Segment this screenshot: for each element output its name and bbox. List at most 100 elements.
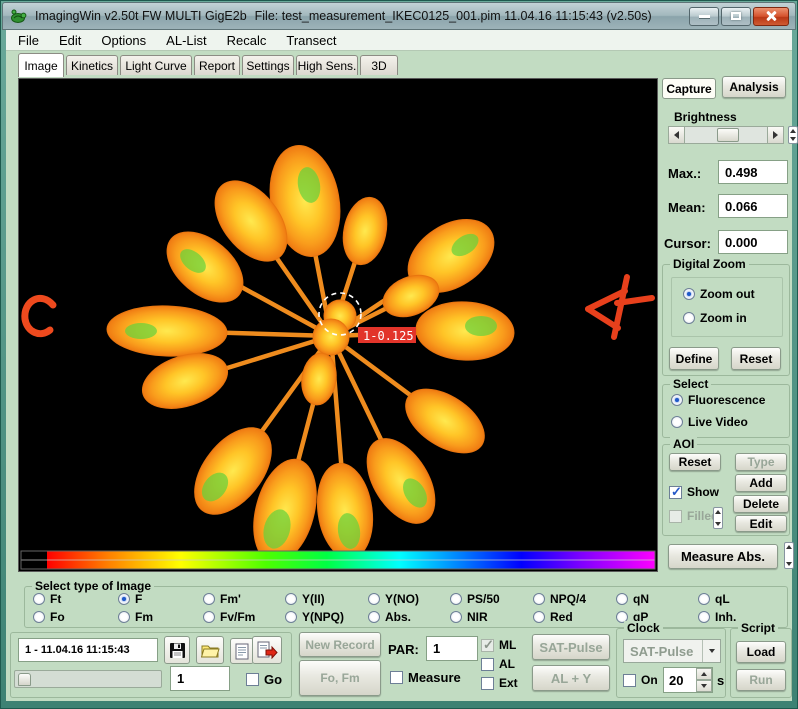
capture-toggle-button[interactable]: Capture [662, 78, 716, 99]
new-record-button[interactable]: New Record [299, 632, 381, 657]
record-description-field[interactable]: 1 - 11.04.16 11:15:43 [18, 638, 158, 662]
close-button[interactable] [753, 7, 789, 26]
clock-on-checkbox[interactable]: On [623, 673, 658, 687]
fluorescence-label: Fluorescence [688, 393, 765, 407]
tab-settings[interactable]: Settings [242, 55, 294, 75]
script-load-button[interactable]: Load [736, 641, 786, 663]
report-button[interactable] [230, 638, 254, 664]
record-slider[interactable] [14, 670, 162, 688]
radio-qn[interactable]: qN [616, 592, 649, 606]
minimize-button[interactable] [689, 7, 719, 26]
radio-fv-fm[interactable]: Fv/Fm [203, 610, 255, 624]
spinner-buttons[interactable] [696, 668, 712, 692]
radio-ps50[interactable]: PS/50 [450, 592, 500, 606]
radio-dot-icon [450, 611, 462, 623]
aoi-show-checkbox[interactable]: Show [669, 485, 719, 499]
brightness-scrollbar[interactable] [668, 126, 784, 144]
measure-abs-spinner[interactable] [784, 542, 794, 569]
radio-y2[interactable]: Y(II) [285, 592, 325, 606]
radio-fm-prime[interactable]: Fm' [203, 592, 241, 606]
export-button[interactable] [252, 636, 282, 664]
mean-value-field[interactable]: 0.066 [718, 194, 788, 218]
scroll-left-arrow-icon[interactable] [669, 127, 685, 143]
aoi-delete-button[interactable]: Delete [733, 495, 789, 513]
sat-pulse-button[interactable]: SAT-Pulse [532, 634, 610, 660]
aoi-filled-checkbox[interactable]: Filled [669, 509, 718, 523]
tab-kinetics[interactable]: Kinetics [66, 55, 118, 75]
aoi-add-button[interactable]: Add [735, 474, 787, 492]
live-video-radio[interactable]: Live Video [671, 415, 748, 429]
menu-file[interactable]: File [18, 33, 39, 48]
tab-report[interactable]: Report [194, 55, 240, 75]
zoom-define-button[interactable]: Define [669, 347, 719, 370]
radio-fm[interactable]: Fm [118, 610, 153, 624]
al-plus-y-button[interactable]: AL + Y [532, 665, 610, 691]
fluorescence-image-canvas[interactable]: 1-0.125 [18, 78, 658, 572]
radio-abs[interactable]: Abs. [368, 610, 411, 624]
radio-f[interactable]: F [118, 592, 142, 606]
menu-al-list[interactable]: AL-List [166, 33, 206, 48]
radio-dot-icon [698, 611, 710, 623]
menu-transect[interactable]: Transect [286, 33, 336, 48]
radio-fo[interactable]: Fo [33, 610, 65, 624]
tab-high-sens[interactable]: High Sens. [296, 55, 358, 75]
cursor-value-field[interactable]: 0.000 [718, 230, 788, 254]
spin-down-icon[interactable] [696, 680, 712, 692]
menu-recalc[interactable]: Recalc [227, 33, 267, 48]
par-value-field[interactable]: 1 [426, 636, 478, 661]
plant-leaves [106, 140, 515, 570]
maximize-button[interactable] [721, 7, 751, 26]
aoi-type-button[interactable]: Type [735, 453, 787, 471]
spin-up-icon[interactable] [696, 668, 712, 680]
clock-interval-value: 20 [664, 673, 696, 688]
aoi-reset-button[interactable]: Reset [669, 453, 721, 471]
measure-abs-button[interactable]: Measure Abs. [668, 544, 778, 569]
radio-nir[interactable]: NIR [450, 610, 488, 624]
live-video-label: Live Video [688, 415, 748, 429]
brightness-edge-spinner[interactable] [788, 126, 798, 144]
radio-inh[interactable]: Inh. [698, 610, 736, 624]
radio-yno[interactable]: Y(NO) [368, 592, 419, 606]
tab-image[interactable]: Image [18, 53, 64, 77]
brightness-scrollbar-thumb[interactable] [717, 128, 739, 142]
record-number-field[interactable]: 1 [170, 666, 230, 691]
tab-light-curve[interactable]: Light Curve [120, 55, 192, 75]
aoi-mini-spinner[interactable] [713, 507, 723, 529]
ext-checkbox[interactable]: Ext [481, 676, 518, 690]
zoom-out-radio[interactable]: Zoom out [683, 287, 755, 301]
brightness-label: Brightness [674, 110, 737, 124]
menu-edit[interactable]: Edit [59, 33, 81, 48]
radio-dot-icon [698, 593, 710, 605]
radio-ql[interactable]: qL [698, 592, 730, 606]
radio-ft[interactable]: Ft [33, 592, 61, 606]
clock-interval-spinner[interactable]: 20 [663, 667, 713, 693]
fo-fm-button[interactable]: Fo, Fm [299, 660, 381, 696]
red-numeral-4-mark [588, 277, 652, 337]
clock-mode-dropdown[interactable]: SAT-Pulse [623, 639, 721, 663]
radio-red[interactable]: Red [533, 610, 573, 624]
clock-title: Clock [624, 621, 663, 635]
zoom-reset-button[interactable]: Reset [731, 347, 781, 370]
par-label: PAR: [388, 642, 419, 657]
max-value-field[interactable]: 0.498 [718, 160, 788, 184]
ml-checkbox[interactable]: ML [481, 638, 516, 652]
open-file-button[interactable] [196, 636, 224, 664]
aoi-edit-button[interactable]: Edit [735, 515, 787, 532]
analysis-toggle-button[interactable]: Analysis [722, 76, 786, 98]
fluorescence-radio[interactable]: Fluorescence [671, 393, 765, 407]
script-run-button[interactable]: Run [736, 669, 786, 691]
title-bar[interactable]: ImagingWin v2.50t FW MULTI GigE2b File: … [2, 2, 796, 30]
measure-checkbox[interactable]: Measure [390, 670, 461, 685]
zoom-in-radio[interactable]: Zoom in [683, 311, 747, 325]
radio-ynpq[interactable]: Y(NPQ) [285, 610, 344, 624]
record-slider-thumb[interactable] [18, 673, 31, 686]
al-checkbox[interactable]: AL [481, 657, 515, 671]
tab-3d[interactable]: 3D [360, 55, 398, 75]
menu-options[interactable]: Options [101, 33, 146, 48]
go-checkbox[interactable]: Go [246, 672, 282, 687]
save-button[interactable] [164, 636, 190, 664]
checkbox-icon [481, 639, 494, 652]
radio-npq4[interactable]: NPQ/4 [533, 592, 586, 606]
scroll-right-arrow-icon[interactable] [767, 127, 783, 143]
radio-dot-icon [533, 611, 545, 623]
